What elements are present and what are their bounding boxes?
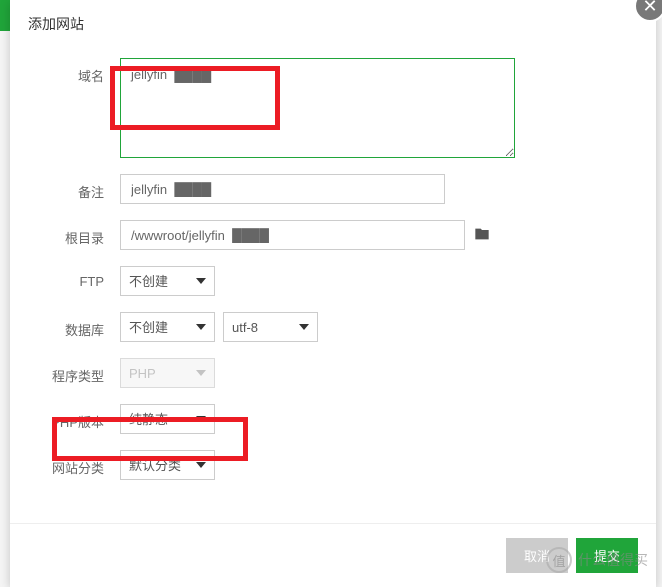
label-domain: 域名: [40, 58, 120, 85]
cancel-button[interactable]: 取消: [506, 538, 568, 573]
ftp-select[interactable]: 不创建: [120, 266, 215, 296]
label-remark: 备注: [40, 174, 120, 201]
domain-input[interactable]: <span></span>: [120, 58, 515, 158]
root-input[interactable]: [120, 220, 465, 250]
folder-icon[interactable]: [473, 226, 491, 245]
prog-type-select: PHP: [120, 358, 215, 388]
row-root: 根目录: [40, 220, 626, 250]
label-root: 根目录: [40, 220, 120, 247]
row-php-version: PHP版本 纯静态: [40, 404, 626, 434]
form: 域名 <span></span> 备注 根目录 FTP 不创建: [10, 48, 656, 480]
label-database: 数据库: [40, 312, 120, 339]
database-select[interactable]: 不创建: [120, 312, 215, 342]
row-remark: 备注: [40, 174, 626, 204]
row-domain: 域名 <span></span>: [40, 58, 626, 158]
label-php-version: PHP版本: [40, 404, 120, 431]
row-category: 网站分类 默认分类: [40, 450, 626, 480]
row-ftp: FTP 不创建: [40, 266, 626, 296]
database-charset-select[interactable]: utf-8: [223, 312, 318, 342]
modal-footer: 取消 提交: [10, 523, 656, 587]
row-database: 数据库 不创建 utf-8: [40, 312, 626, 342]
php-version-select[interactable]: 纯静态: [120, 404, 215, 434]
label-prog-type: 程序类型: [40, 358, 120, 385]
row-prog-type: 程序类型 PHP: [40, 358, 626, 388]
category-select[interactable]: 默认分类: [120, 450, 215, 480]
label-category: 网站分类: [40, 450, 120, 477]
submit-button[interactable]: 提交: [576, 538, 638, 573]
modal-title: 添加网站: [10, 0, 656, 48]
close-icon: ✕: [642, 0, 657, 17]
add-site-modal: ✕ 添加网站 域名 <span></span> 备注 根目录: [10, 0, 656, 587]
label-ftp: FTP: [40, 266, 120, 289]
remark-input[interactable]: [120, 174, 445, 204]
